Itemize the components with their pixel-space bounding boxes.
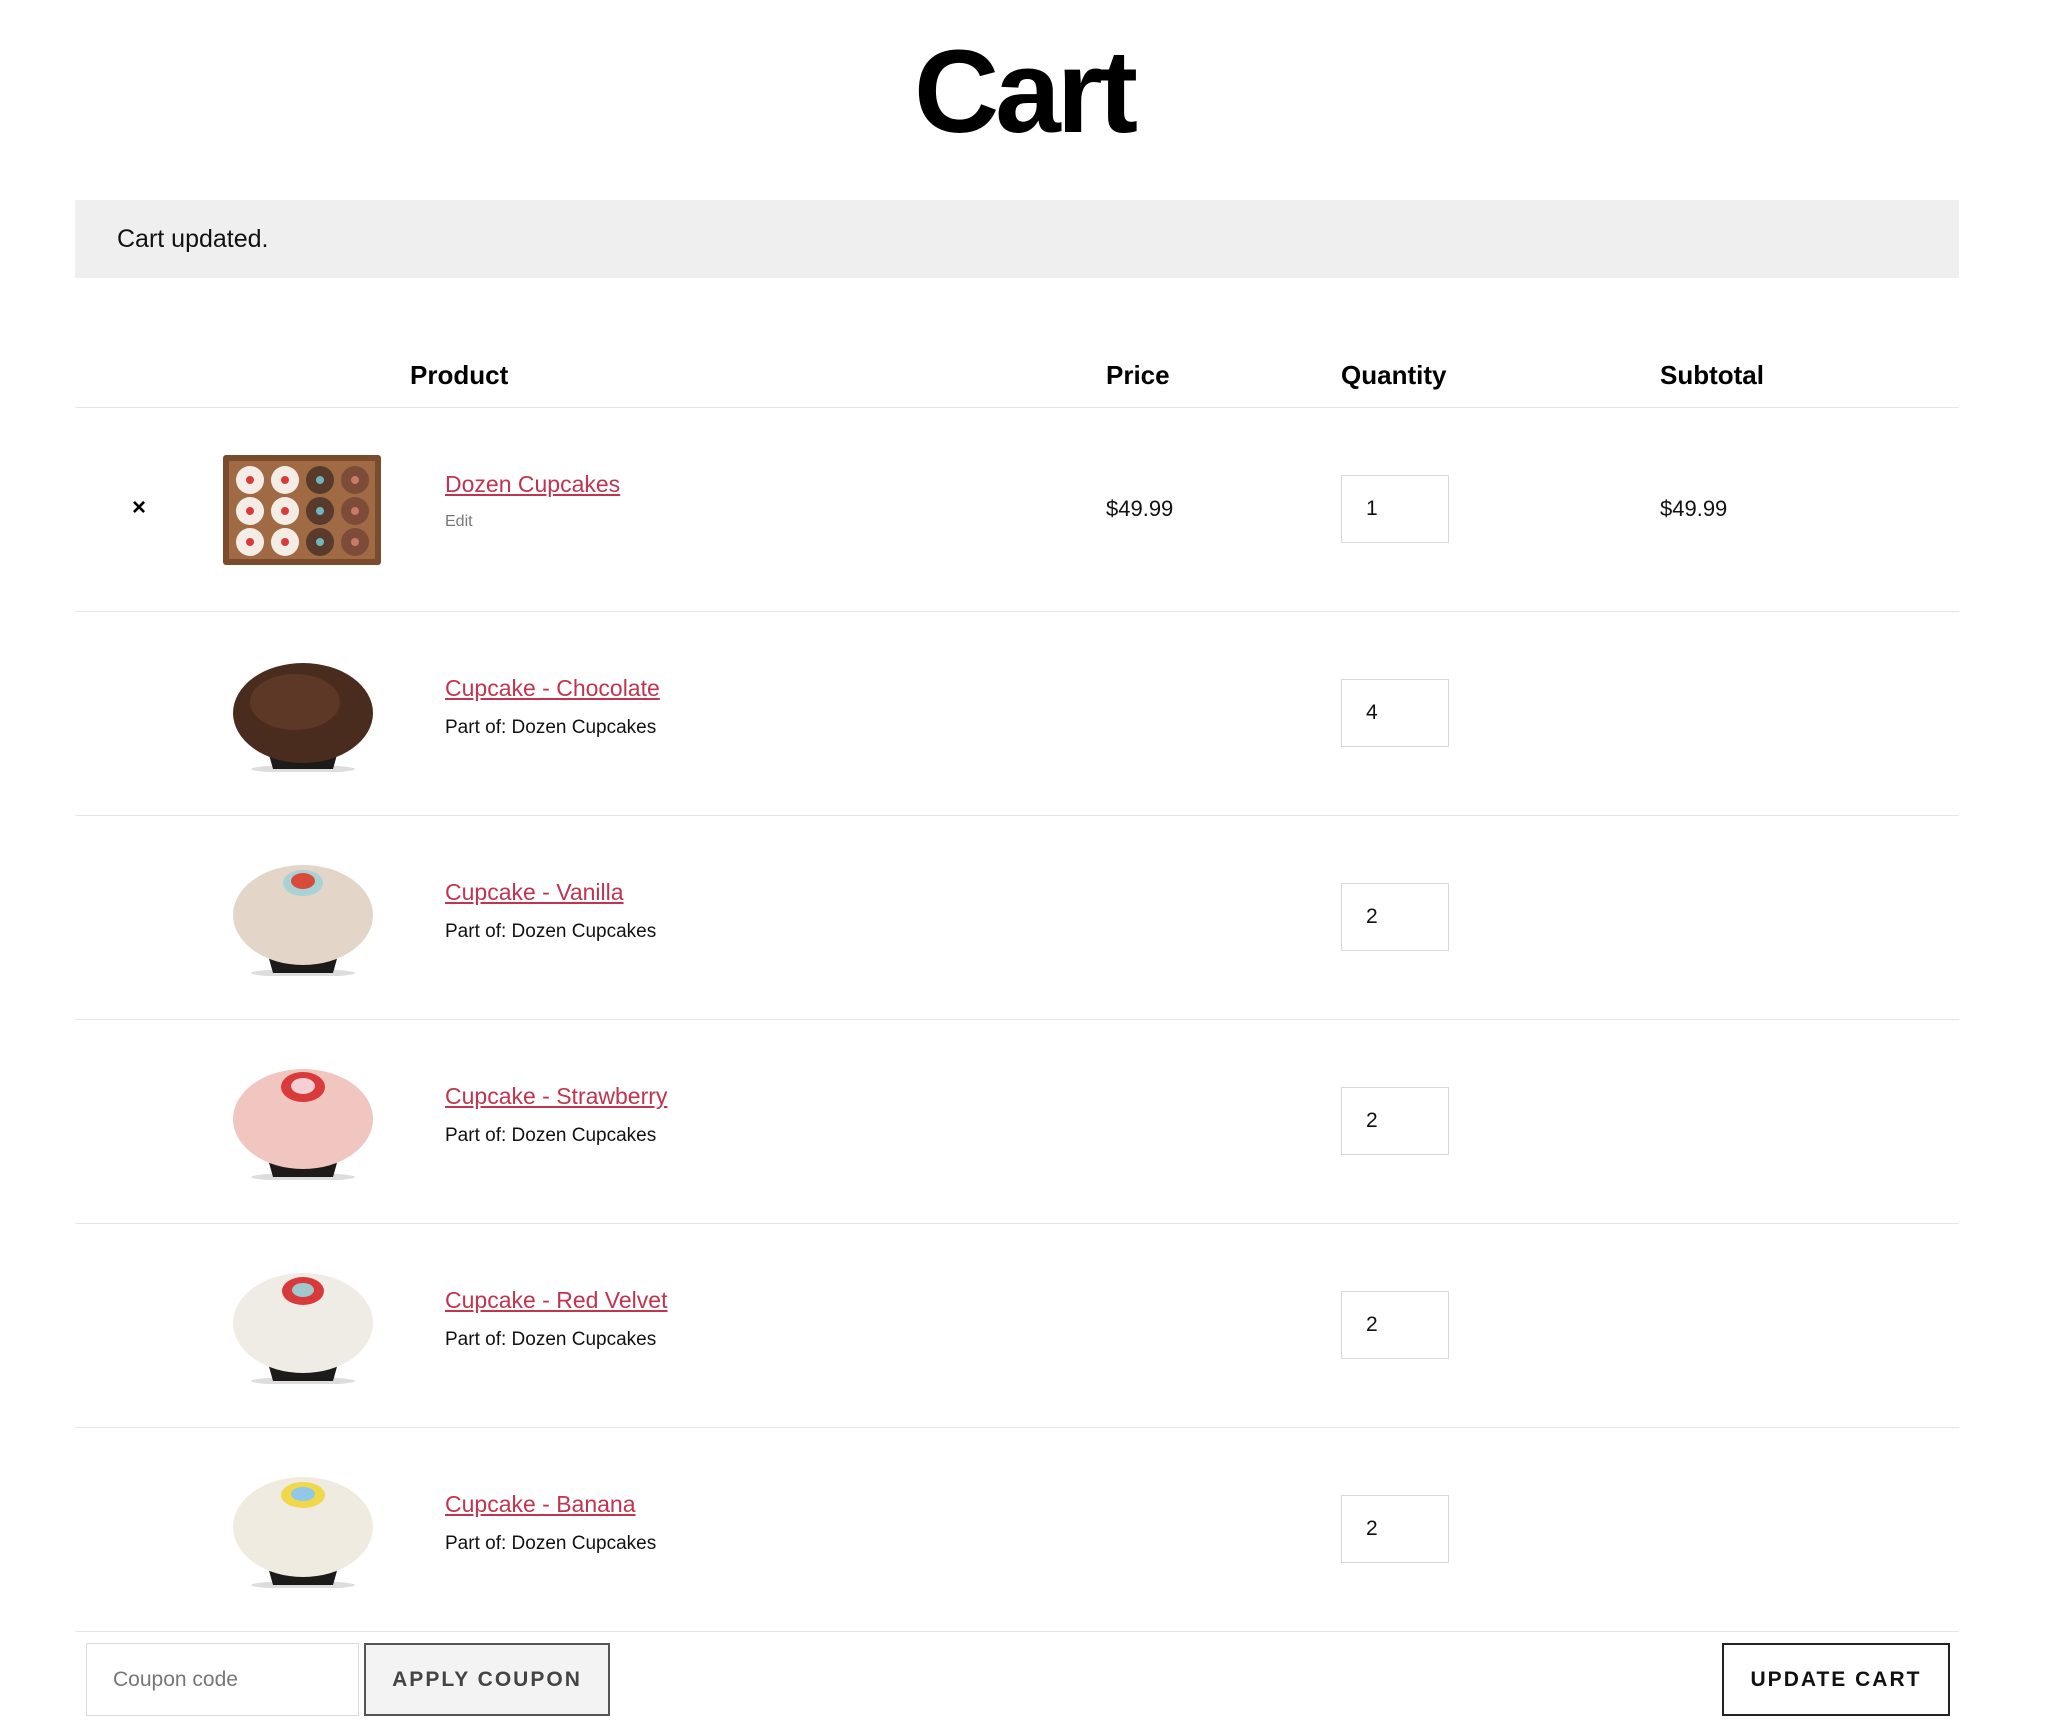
- product-link-cupcake-vanilla[interactable]: Cupcake - Vanilla: [445, 879, 624, 906]
- notice-message: Cart updated.: [117, 224, 269, 253]
- cupcake-banana-thumbnail[interactable]: [215, 1473, 390, 1588]
- part-of-label: Part of: Dozen Cupcakes: [445, 1125, 657, 1146]
- part-of-label: Part of: Dozen Cupcakes: [445, 921, 657, 942]
- part-of-label: Part of: Dozen Cupcakes: [445, 717, 657, 738]
- cart-actions: APPLY COUPON UPDATE CART: [75, 1628, 1959, 1716]
- table-row: Cupcake - Red Velvet Part of: Dozen Cupc…: [75, 1224, 1959, 1428]
- cupcake-image-icon: [233, 1273, 373, 1384]
- cupcake-image-icon: [233, 1069, 373, 1180]
- cupcake-chocolate-thumbnail[interactable]: [215, 657, 390, 772]
- cart-table: Product Price Quantity Subtotal × Dozen …: [75, 340, 1959, 1632]
- header-product: Product: [410, 360, 509, 390]
- header-subtotal: Subtotal: [1660, 360, 1764, 390]
- table-row: × Dozen Cupcakes Edit $49.99 $49.99: [75, 408, 1959, 612]
- quantity-input[interactable]: [1341, 883, 1449, 951]
- product-link-cupcake-chocolate[interactable]: Cupcake - Chocolate: [445, 675, 660, 702]
- product-link-cupcake-red-velvet[interactable]: Cupcake - Red Velvet: [445, 1287, 667, 1314]
- quantity-input[interactable]: [1341, 475, 1449, 543]
- table-row: Cupcake - Vanilla Part of: Dozen Cupcake…: [75, 816, 1959, 1020]
- apply-coupon-button[interactable]: APPLY COUPON: [364, 1643, 610, 1716]
- table-row: Cupcake - Chocolate Part of: Dozen Cupca…: [75, 612, 1959, 816]
- table-row: Cupcake - Strawberry Part of: Dozen Cupc…: [75, 1020, 1959, 1224]
- cupcake-vanilla-thumbnail[interactable]: [215, 861, 390, 976]
- header-price: Price: [1106, 360, 1170, 390]
- part-of-label: Part of: Dozen Cupcakes: [445, 1329, 657, 1350]
- header-quantity: Quantity: [1341, 360, 1447, 390]
- update-cart-button[interactable]: UPDATE CART: [1722, 1643, 1950, 1716]
- edit-bundle-link[interactable]: Edit: [445, 513, 473, 531]
- quantity-input[interactable]: [1341, 1495, 1449, 1563]
- cupcake-image-icon: [233, 1477, 373, 1588]
- cupcake-strawberry-thumbnail[interactable]: [215, 1065, 390, 1180]
- product-link-cupcake-banana[interactable]: Cupcake - Banana: [445, 1491, 636, 1518]
- product-link-dozen-cupcakes[interactable]: Dozen Cupcakes: [445, 471, 620, 498]
- page-title: Cart: [913, 26, 1138, 158]
- coupon-code-input[interactable]: [86, 1643, 359, 1716]
- product-link-cupcake-strawberry[interactable]: Cupcake - Strawberry: [445, 1083, 667, 1110]
- price-value: $49.99: [1106, 496, 1174, 521]
- quantity-input[interactable]: [1341, 679, 1449, 747]
- cupcake-image-icon: [233, 663, 373, 772]
- table-row: Cupcake - Banana Part of: Dozen Cupcakes: [75, 1428, 1959, 1632]
- subtotal-value: $49.99: [1660, 496, 1728, 521]
- cart-updated-notice: Cart updated.: [75, 200, 1959, 278]
- cupcake-box-icon: [223, 455, 381, 565]
- quantity-input[interactable]: [1341, 1087, 1449, 1155]
- quantity-input[interactable]: [1341, 1291, 1449, 1359]
- remove-item-icon[interactable]: ×: [124, 493, 154, 523]
- part-of-label: Part of: Dozen Cupcakes: [445, 1533, 657, 1554]
- table-header: Product Price Quantity Subtotal: [75, 340, 1959, 408]
- cupcake-image-icon: [233, 865, 373, 976]
- dozen-cupcakes-thumbnail[interactable]: [215, 453, 390, 568]
- cupcake-red-velvet-thumbnail[interactable]: [215, 1269, 390, 1384]
